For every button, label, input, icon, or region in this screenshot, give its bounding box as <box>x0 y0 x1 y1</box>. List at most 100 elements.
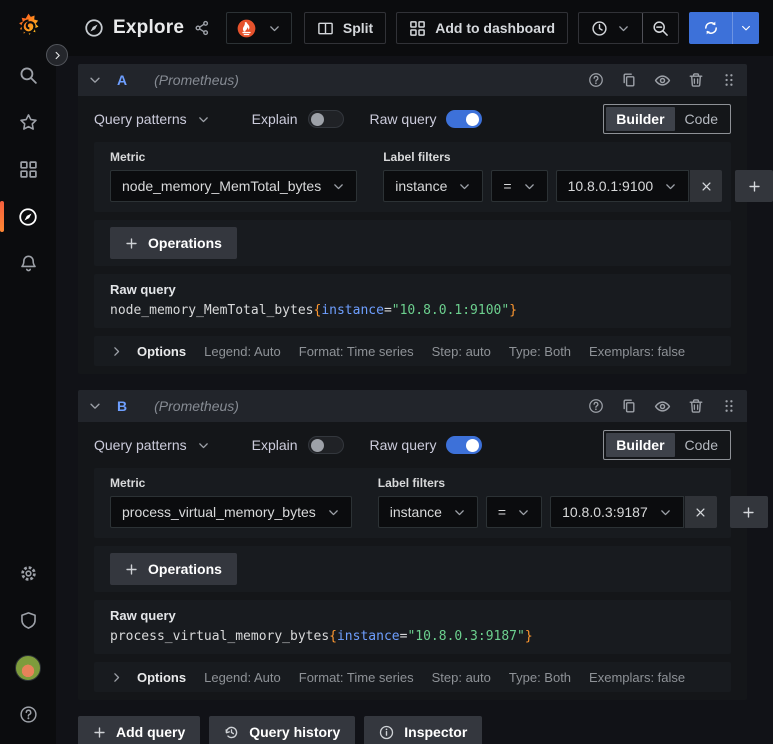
collapse-query-button[interactable] <box>88 399 102 413</box>
chevron-down-icon <box>88 73 102 87</box>
options-row-b[interactable]: Options Legend: Auto Format: Time series… <box>94 662 731 692</box>
explain-toggle-group: Explain <box>252 436 344 454</box>
operations-label: Operations <box>148 235 222 251</box>
sidebar-item-server-admin[interactable] <box>0 597 56 644</box>
code-mode-option[interactable]: Code <box>675 433 728 457</box>
add-to-dashboard-button[interactable]: Add to dashboard <box>396 12 568 44</box>
sidebar-item-dashboards[interactable] <box>0 146 56 193</box>
explore-footer-actions: Add query Query history Inspector <box>78 716 747 744</box>
plus-icon <box>125 237 138 250</box>
metric-label: Metric <box>110 476 146 490</box>
chevron-down-icon <box>197 113 210 126</box>
dashboards-grid-icon <box>19 160 38 179</box>
raw-query-title: Raw query <box>110 282 176 297</box>
add-operations-button[interactable]: Operations <box>110 553 237 585</box>
add-query-button[interactable]: Add query <box>78 716 201 744</box>
sync-arrows-icon <box>703 20 719 36</box>
sidebar-item-profile[interactable] <box>0 644 56 691</box>
query-help-button[interactable] <box>588 398 604 414</box>
filter-operator-select[interactable]: = <box>491 170 548 202</box>
filter-value-select[interactable]: 10.8.0.3:9187 <box>550 496 684 528</box>
inspector-button[interactable]: Inspector <box>364 716 483 744</box>
query-patterns-dropdown[interactable]: Query patterns <box>94 437 210 453</box>
chevron-down-icon <box>458 180 471 193</box>
label-filters-field: Label filters instance = <box>377 476 768 528</box>
query-history-button[interactable]: Query history <box>209 716 356 744</box>
sidebar-item-explore[interactable] <box>0 193 56 240</box>
refresh-icon-area[interactable] <box>689 12 732 44</box>
chevron-down-icon <box>617 22 630 35</box>
sidebar-item-configuration[interactable] <box>0 550 56 597</box>
explain-toggle[interactable] <box>307 436 344 454</box>
filter-operator-select[interactable]: = <box>485 496 543 528</box>
chevron-down-icon <box>332 180 345 193</box>
drag-query-handle[interactable] <box>721 72 737 88</box>
sidebar-item-alerting[interactable] <box>0 240 56 287</box>
code-brace: { <box>329 629 337 644</box>
chevron-down-icon <box>517 506 530 519</box>
toggle-knob <box>466 112 480 126</box>
datasource-picker[interactable] <box>226 12 293 44</box>
remove-query-button[interactable] <box>688 72 704 88</box>
refresh-interval-dropdown[interactable] <box>732 12 759 44</box>
metric-select[interactable]: node_memory_MemTotal_bytes <box>110 170 358 202</box>
builder-mode-option[interactable]: Builder <box>606 433 675 457</box>
sidebar-item-help[interactable] <box>0 691 56 738</box>
raw-query-toggle[interactable] <box>446 110 483 128</box>
code-mode-option[interactable]: Code <box>675 107 728 131</box>
metric-select[interactable]: process_virtual_memory_bytes <box>110 496 352 528</box>
chevron-down-icon <box>327 506 340 519</box>
query-patterns-dropdown[interactable]: Query patterns <box>94 111 210 127</box>
explain-toggle[interactable] <box>307 110 344 128</box>
query-ref-id[interactable]: B <box>117 398 127 414</box>
split-label: Split <box>342 20 374 36</box>
add-filter-button[interactable] <box>729 496 768 528</box>
options-row-a[interactable]: Options Legend: Auto Format: Time series… <box>94 336 731 366</box>
duplicate-query-button[interactable] <box>621 398 637 414</box>
sidebar-item-starred[interactable] <box>0 99 56 146</box>
options-legend: Legend: Auto <box>204 343 281 359</box>
run-query-button[interactable] <box>689 12 759 44</box>
share-button[interactable] <box>194 20 210 36</box>
code-metric: process_virtual_memory_bytes <box>110 629 330 644</box>
add-operations-button[interactable]: Operations <box>110 227 237 259</box>
info-circle-icon <box>379 725 394 740</box>
collapse-query-button[interactable] <box>88 73 102 87</box>
chevron-down-icon <box>88 399 102 413</box>
options-type: Type: Both <box>508 669 572 685</box>
builder-mode-option[interactable]: Builder <box>606 107 675 131</box>
grafana-logo[interactable] <box>0 0 56 52</box>
search-icon <box>19 66 38 85</box>
code-label: instance <box>321 303 384 318</box>
remove-filter-button[interactable] <box>684 496 717 528</box>
toggle-knob <box>466 438 480 452</box>
query-editor-row-a: A (Prometheus) Query patterns Explain Ra… <box>78 64 773 374</box>
main-area: Explore Split Add to dashboard A (Promet… <box>56 0 773 744</box>
add-filter-button[interactable] <box>735 170 773 202</box>
chevron-down-icon <box>740 22 752 34</box>
raw-query-toggle[interactable] <box>446 436 483 454</box>
sidebar-expand-button[interactable] <box>46 44 68 66</box>
filter-value: 10.8.0.3:9187 <box>562 504 648 520</box>
code-metric: node_memory_MemTotal_bytes <box>110 303 314 318</box>
query-datasource-name: (Prometheus) <box>154 72 239 88</box>
query-datasource-name: (Prometheus) <box>154 398 239 414</box>
query-help-button[interactable] <box>588 72 604 88</box>
toggle-query-visibility-button[interactable] <box>654 398 671 415</box>
label-filters-field: Label filters instance = <box>383 150 773 202</box>
filter-value-select[interactable]: 10.8.0.1:9100 <box>555 170 690 202</box>
split-button[interactable]: Split <box>303 12 387 44</box>
duplicate-query-button[interactable] <box>621 72 637 88</box>
filter-key-select[interactable]: instance <box>383 170 484 202</box>
toggle-query-visibility-button[interactable] <box>654 72 671 89</box>
plus-icon <box>93 726 106 739</box>
filter-key-select[interactable]: instance <box>377 496 478 528</box>
remove-query-button[interactable] <box>688 398 704 414</box>
remove-filter-button[interactable] <box>690 170 723 202</box>
filter-key-value: instance <box>389 504 442 520</box>
time-zoom-out-button[interactable] <box>642 12 679 44</box>
time-range-picker[interactable] <box>578 12 643 44</box>
query-ref-id[interactable]: A <box>117 72 127 88</box>
drag-query-handle[interactable] <box>721 398 737 414</box>
options-type: Type: Both <box>508 343 572 359</box>
